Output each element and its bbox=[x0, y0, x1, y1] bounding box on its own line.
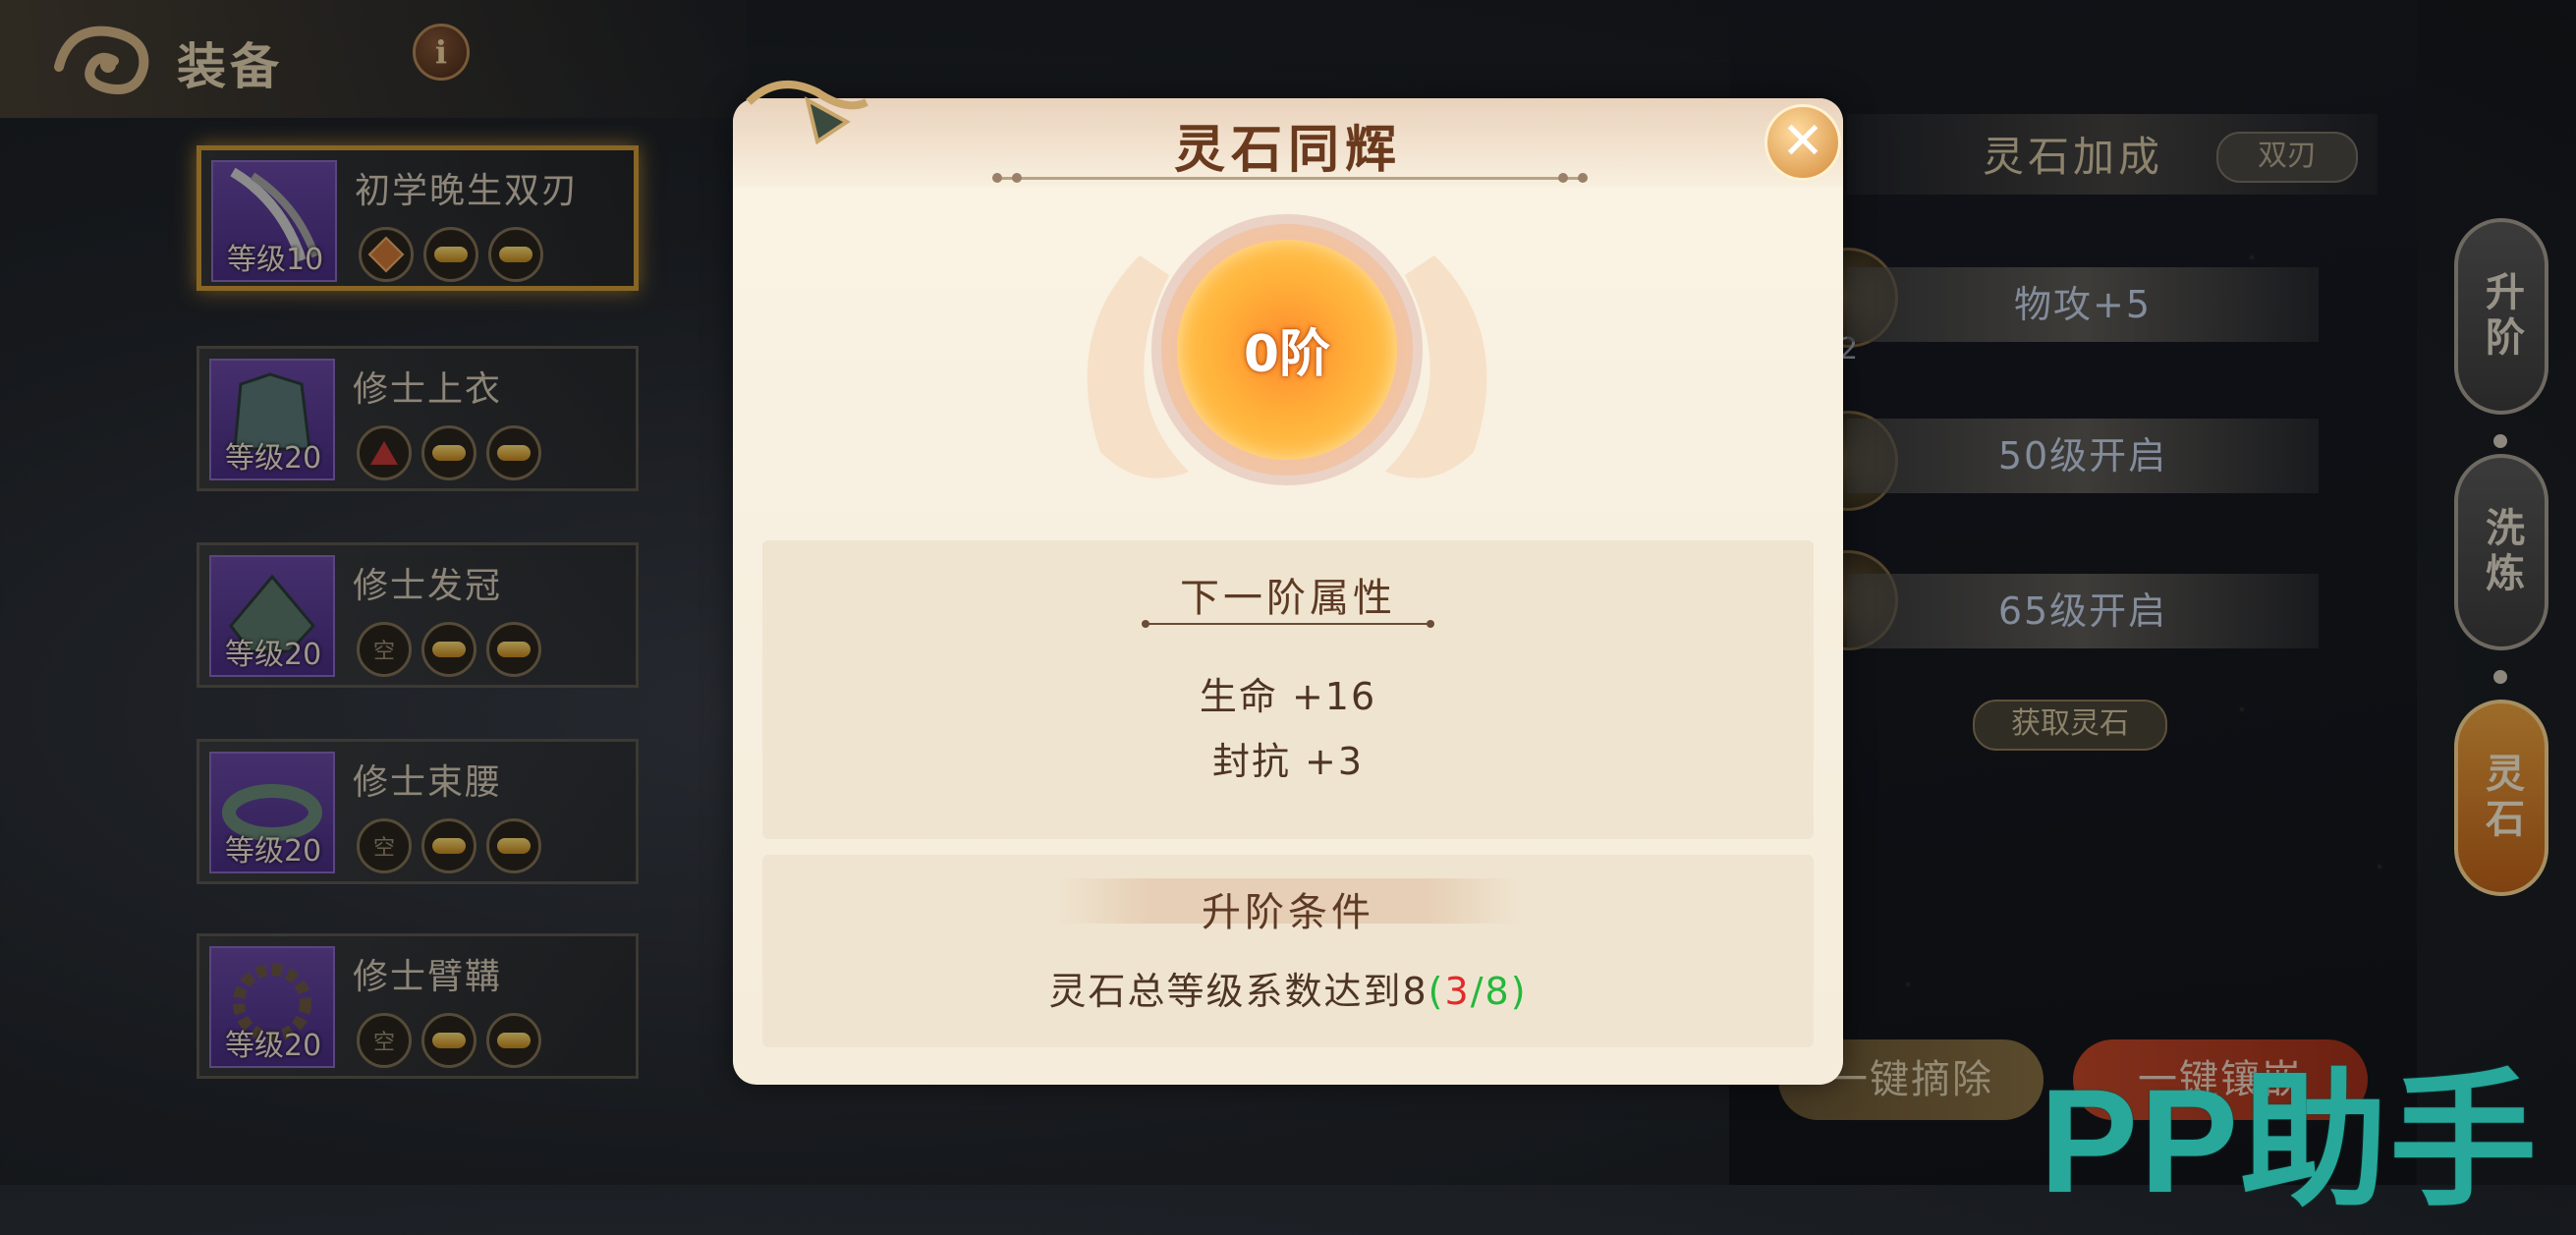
next-tier-section: 下一阶属性 生命 +16 封抗 +3 bbox=[762, 540, 1814, 839]
divider-dot bbox=[1012, 173, 1022, 183]
divider-dot bbox=[1578, 173, 1588, 183]
title-divider bbox=[994, 177, 1584, 180]
progress-open: ( bbox=[1428, 970, 1445, 1013]
next-tier-title: 下一阶属性 bbox=[1180, 576, 1396, 621]
progress-target: 8 bbox=[1484, 970, 1511, 1013]
condition-text: 灵石总等级系数达到8(3/8) bbox=[762, 961, 1814, 1015]
watermark: PP助手 bbox=[2040, 1058, 2540, 1223]
underline-dot bbox=[1427, 620, 1434, 628]
condition-title: 升阶条件 bbox=[1202, 890, 1374, 935]
close-icon[interactable]: ✕ bbox=[1764, 104, 1841, 181]
attribute-line: 封抗 +3 bbox=[1211, 740, 1365, 783]
upgrade-condition-section: 升阶条件 灵石总等级系数达到8(3/8) bbox=[762, 855, 1814, 1047]
tier-label: 0阶 bbox=[1243, 325, 1331, 384]
section-underline bbox=[1146, 623, 1430, 625]
condition-label: 灵石总等级系数达到8 bbox=[1048, 970, 1428, 1013]
progress-separator: / bbox=[1470, 970, 1485, 1013]
progress-close: ) bbox=[1510, 970, 1528, 1013]
underline-dot bbox=[1142, 620, 1149, 628]
attribute-line: 生命 +16 bbox=[1199, 675, 1377, 718]
divider-dot bbox=[992, 173, 1002, 183]
divider-dot bbox=[1558, 173, 1568, 183]
dialog-title: 灵石同辉 bbox=[1173, 121, 1402, 180]
progress-current: 3 bbox=[1444, 970, 1471, 1013]
